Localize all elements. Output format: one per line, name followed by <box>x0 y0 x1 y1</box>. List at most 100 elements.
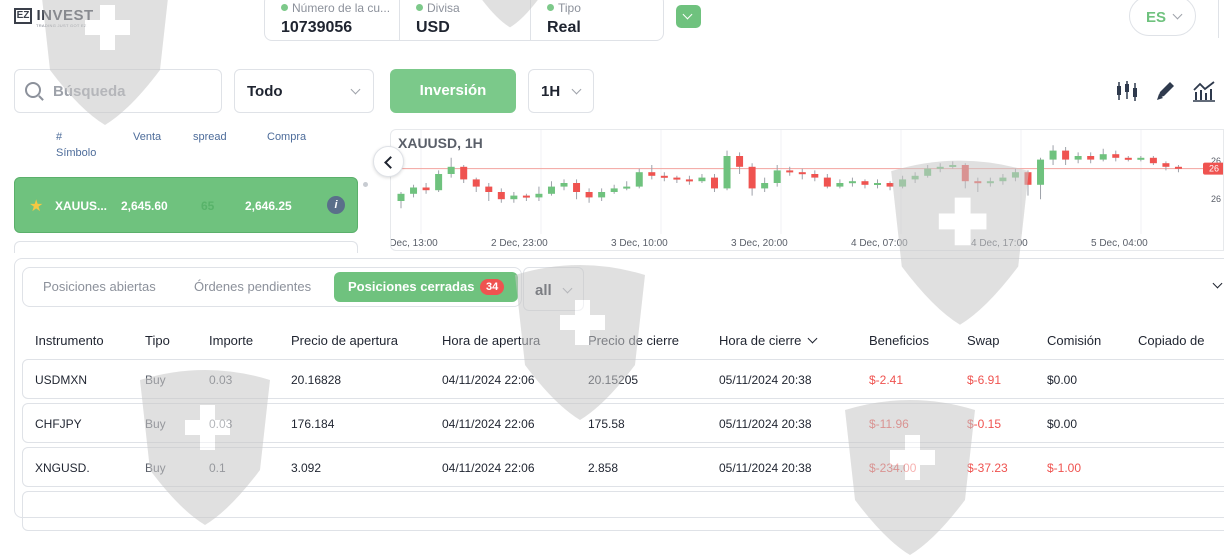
candlestick-chart-icon[interactable] <box>1115 80 1139 102</box>
account-type-label: Tipo <box>558 1 581 15</box>
column-commission[interactable]: Comisión <box>1047 333 1101 348</box>
column-close-time[interactable]: Hora de cierre <box>719 333 818 348</box>
invest-button[interactable]: Inversión <box>390 69 516 113</box>
candle-body <box>547 186 555 194</box>
account-type-value: Real <box>547 19 581 36</box>
status-dot-icon <box>281 4 288 11</box>
candle-body <box>823 177 831 187</box>
x-tick-label: 5 Dec, 04:00 <box>1091 238 1148 249</box>
chevron-down-icon <box>571 84 582 95</box>
candle-body <box>798 172 806 175</box>
tab-open-positions[interactable]: Posiciones abiertas <box>43 279 156 294</box>
column-instrument[interactable]: Instrumento <box>35 333 104 348</box>
account-number-cell[interactable]: Número de la cu... 10739056 <box>265 0 400 40</box>
language-selector[interactable]: ES <box>1129 0 1196 36</box>
candle-body <box>1112 154 1120 158</box>
candle-body <box>999 177 1007 182</box>
x-tick-label: 4 Dec, 07:00 <box>851 238 908 249</box>
positions-filter-select[interactable]: all <box>523 267 584 311</box>
candle-body <box>986 181 994 184</box>
star-icon[interactable]: ★ <box>29 196 43 216</box>
candle-body <box>961 165 969 182</box>
cell-type: Buy <box>145 461 166 475</box>
candle-body <box>736 156 744 167</box>
account-currency-label: Divisa <box>427 1 460 15</box>
tab-closed-positions[interactable]: Posiciones cerradas 34 <box>334 272 518 302</box>
column-copied-from[interactable]: Copiado de <box>1138 333 1205 348</box>
chevron-down-icon <box>682 9 693 20</box>
tab-closed-label: Posiciones cerradas <box>348 279 475 294</box>
candle-body <box>698 177 706 182</box>
account-type-cell[interactable]: Tipo Real <box>531 0 663 40</box>
tab-pending-orders[interactable]: Órdenes pendientes <box>194 279 311 294</box>
cell-close-time: 05/11/2024 20:38 <box>719 373 812 387</box>
indicators-icon[interactable] <box>1192 80 1216 102</box>
cell-profit: $-11.96 <box>869 417 909 431</box>
cell-commission: $0.00 <box>1047 373 1078 387</box>
column-profit[interactable]: Beneficios <box>869 333 929 348</box>
candlestick-chart: 2 Dec, 13:00 2 Dec, 23:00 3 Dec, 10:00 3 De… <box>391 130 1223 249</box>
market-row[interactable] <box>14 241 358 253</box>
column-close-price[interactable]: Precio de cierre <box>588 333 679 348</box>
cell-commission: $-1.00 <box>1047 461 1082 475</box>
account-currency-cell[interactable]: Divisa USD <box>400 0 531 40</box>
current-price-label: 26 <box>1209 164 1219 174</box>
candle-body <box>447 166 455 174</box>
candle-body <box>974 181 982 184</box>
cell-open-time: 04/11/2024 22:06 <box>442 373 535 387</box>
cell-profit: $-2.41 <box>869 373 904 387</box>
search-box[interactable] <box>14 69 222 113</box>
candle-body <box>485 186 493 192</box>
chart-title: XAUUSD, 1H <box>398 135 483 151</box>
candle-body <box>610 188 618 192</box>
status-dot-icon <box>547 4 554 11</box>
cell-close-time: 05/11/2024 20:38 <box>719 461 812 475</box>
candle-body <box>886 183 894 187</box>
column-open-time[interactable]: Hora de apertura <box>442 333 540 348</box>
cell-amount: 0.03 <box>209 417 233 431</box>
candle-body <box>924 168 932 176</box>
info-icon[interactable]: i <box>327 196 345 214</box>
market-row-selected[interactable]: ★ XAUUS... 2,645.60 65 2,646.25 i <box>14 177 358 233</box>
column-swap[interactable]: Swap <box>967 333 1000 348</box>
candle-body <box>410 187 418 194</box>
x-tick-label: 2 Dec, 13:00 <box>391 238 438 249</box>
cell-amount: 0.03 <box>209 373 233 387</box>
candle-body <box>1087 156 1095 160</box>
account-dropdown-button[interactable] <box>676 5 701 28</box>
market-buy-price[interactable]: 2,646.25 <box>245 199 292 213</box>
column-buy: Compra <box>267 131 307 143</box>
column-amount[interactable]: Importe <box>209 333 253 348</box>
chevron-down-icon <box>350 84 361 95</box>
price-chart[interactable]: 2 Dec, 13:00 2 Dec, 23:00 3 Dec, 10:00 3 De… <box>390 129 1224 251</box>
account-info-panel: Número de la cu... 10739056 Divisa USD T… <box>264 0 664 41</box>
cell-profit: $-234.00 <box>869 461 917 475</box>
search-input[interactable] <box>53 81 213 101</box>
candle-body <box>685 179 693 182</box>
cell-close-price: 175.58 <box>588 417 625 431</box>
candle-body <box>848 181 856 184</box>
candle-body <box>911 175 919 180</box>
candle-body <box>510 195 518 200</box>
candle-body <box>1174 166 1182 169</box>
candle-body <box>460 166 468 180</box>
column-hash: # <box>56 131 63 143</box>
candle-body <box>585 192 593 198</box>
pencil-icon[interactable] <box>1154 80 1178 102</box>
cell-commission: $0.00 <box>1047 417 1078 431</box>
account-number-label: Número de la cu... <box>292 1 391 15</box>
scroll-indicator <box>363 182 368 187</box>
column-open-price[interactable]: Precio de apertura <box>291 333 398 348</box>
timeframe-select[interactable]: 1H <box>528 69 594 113</box>
cell-open-time: 04/11/2024 22:06 <box>442 461 535 475</box>
market-sell-price[interactable]: 2,645.60 <box>121 199 168 213</box>
cell-swap: $-37.23 <box>967 461 1008 475</box>
market-filter-select[interactable]: Todo <box>234 69 374 113</box>
table-row[interactable] <box>22 447 1224 487</box>
candle-body <box>472 179 480 187</box>
cell-open-price: 3.092 <box>291 461 322 475</box>
collapse-left-button[interactable] <box>373 146 404 177</box>
cell-open-time: 04/11/2024 22:06 <box>442 417 535 431</box>
table-row[interactable] <box>22 491 1224 531</box>
column-type[interactable]: Tipo <box>145 333 170 348</box>
